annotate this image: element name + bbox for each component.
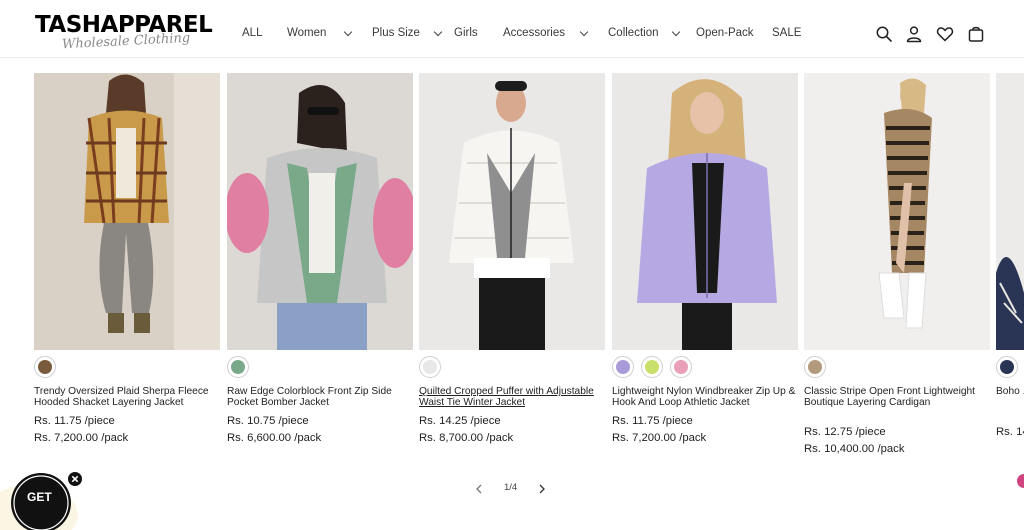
chevron-down-icon — [433, 27, 443, 36]
chat-launcher-icon[interactable] — [1017, 474, 1024, 488]
chevron-down-icon — [344, 27, 353, 36]
close-icon[interactable] — [68, 472, 82, 486]
product-title[interactable]: Boho ... Detail... Cardi... — [996, 386, 1024, 397]
price-per-piece: Rs. 14.25 /piece — [419, 415, 501, 427]
brand-logo[interactable]: TASHAPPAREL Wholesale Clothing — [35, 12, 220, 54]
nav-item-all[interactable]: ALL — [242, 27, 262, 39]
nav-item-girls[interactable]: Girls — [454, 27, 478, 39]
product-title[interactable]: Raw Edge Colorblock Front Zip Side Pocke… — [227, 386, 417, 408]
price-per-pack: Rs. 6,600.00 /pack — [227, 432, 322, 444]
product-title[interactable]: Quilted Cropped Puffer with Adjustable W… — [419, 386, 609, 408]
promo-popup-badge[interactable]: GET — [0, 470, 100, 530]
color-swatch[interactable] — [641, 356, 663, 378]
wishlist-heart-icon[interactable] — [936, 25, 954, 43]
price-per-pack: Rs. 7,200.00 /pack — [34, 432, 129, 444]
product-image[interactable] — [612, 73, 798, 350]
color-swatch[interactable] — [227, 356, 249, 378]
product-card[interactable]: Raw Edge Colorblock Front Zip Side Pocke… — [227, 73, 413, 444]
site-header: TASHAPPAREL Wholesale Clothing ALL Women… — [0, 0, 1024, 58]
chevron-right-icon[interactable] — [538, 484, 546, 494]
cart-icon[interactable] — [967, 25, 985, 43]
nav-item-women[interactable]: Women — [287, 27, 353, 39]
color-swatch[interactable] — [612, 356, 634, 378]
price-per-pack: Rs. 8,700.00 /pack — [419, 432, 514, 444]
product-title[interactable]: Classic Stripe Open Front Lightweight Bo… — [804, 386, 994, 408]
price-per-piece: Rs. 11.75 /piece — [612, 415, 693, 427]
promo-label: GET — [27, 490, 52, 504]
price-per-pack: Rs. 10,400.00 /pack — [804, 443, 905, 455]
product-title[interactable]: Trendy Oversized Plaid Sherpa Fleece Hoo… — [34, 386, 224, 408]
color-swatch[interactable] — [34, 356, 56, 378]
chevron-down-icon — [579, 27, 589, 36]
product-card[interactable]: Quilted Cropped Puffer with Adjustable W… — [419, 73, 605, 444]
product-image[interactable] — [34, 73, 220, 350]
product-image[interactable] — [804, 73, 990, 350]
account-icon[interactable] — [905, 25, 923, 43]
nav-item-accessories[interactable]: Accessories — [503, 27, 589, 39]
price-per-piece: Rs. 14... — [996, 426, 1024, 438]
product-card[interactable]: Classic Stripe Open Front Lightweight Bo… — [804, 73, 990, 455]
product-card[interactable]: Trendy Oversized Plaid Sherpa Fleece Hoo… — [34, 73, 220, 444]
product-title[interactable]: Lightweight Nylon Windbreaker Zip Up & H… — [612, 386, 802, 408]
price-per-piece: Rs. 10.75 /piece — [227, 415, 309, 427]
search-icon[interactable] — [875, 25, 893, 43]
price-per-piece: Rs. 11.75 /piece — [34, 415, 115, 427]
color-swatch[interactable] — [996, 356, 1018, 378]
color-swatch[interactable] — [804, 356, 826, 378]
nav-item-open-pack[interactable]: Open-Pack — [696, 27, 754, 39]
color-swatch[interactable] — [670, 356, 692, 378]
chevron-down-icon — [671, 27, 680, 36]
product-card[interactable]: Lightweight Nylon Windbreaker Zip Up & H… — [612, 73, 798, 444]
chevron-left-icon[interactable] — [475, 484, 483, 494]
product-image[interactable] — [996, 73, 1024, 350]
carousel-pager: 1/4 — [470, 482, 560, 496]
nav-item-sale[interactable]: SALE — [772, 27, 801, 39]
color-swatch[interactable] — [419, 356, 441, 378]
price-per-piece: Rs. 12.75 /piece — [804, 426, 886, 438]
price-per-pack: Rs. 7,200.00 /pack — [612, 432, 707, 444]
product-image[interactable] — [227, 73, 413, 350]
nav-item-plus-size[interactable]: Plus Size — [372, 27, 443, 39]
product-image[interactable] — [419, 73, 605, 350]
product-card[interactable]: Boho ... Detail... Cardi... Rs. 14... — [996, 73, 1024, 473]
nav-item-collection[interactable]: Collection — [608, 27, 680, 39]
pager-count: 1/4 — [504, 482, 518, 493]
